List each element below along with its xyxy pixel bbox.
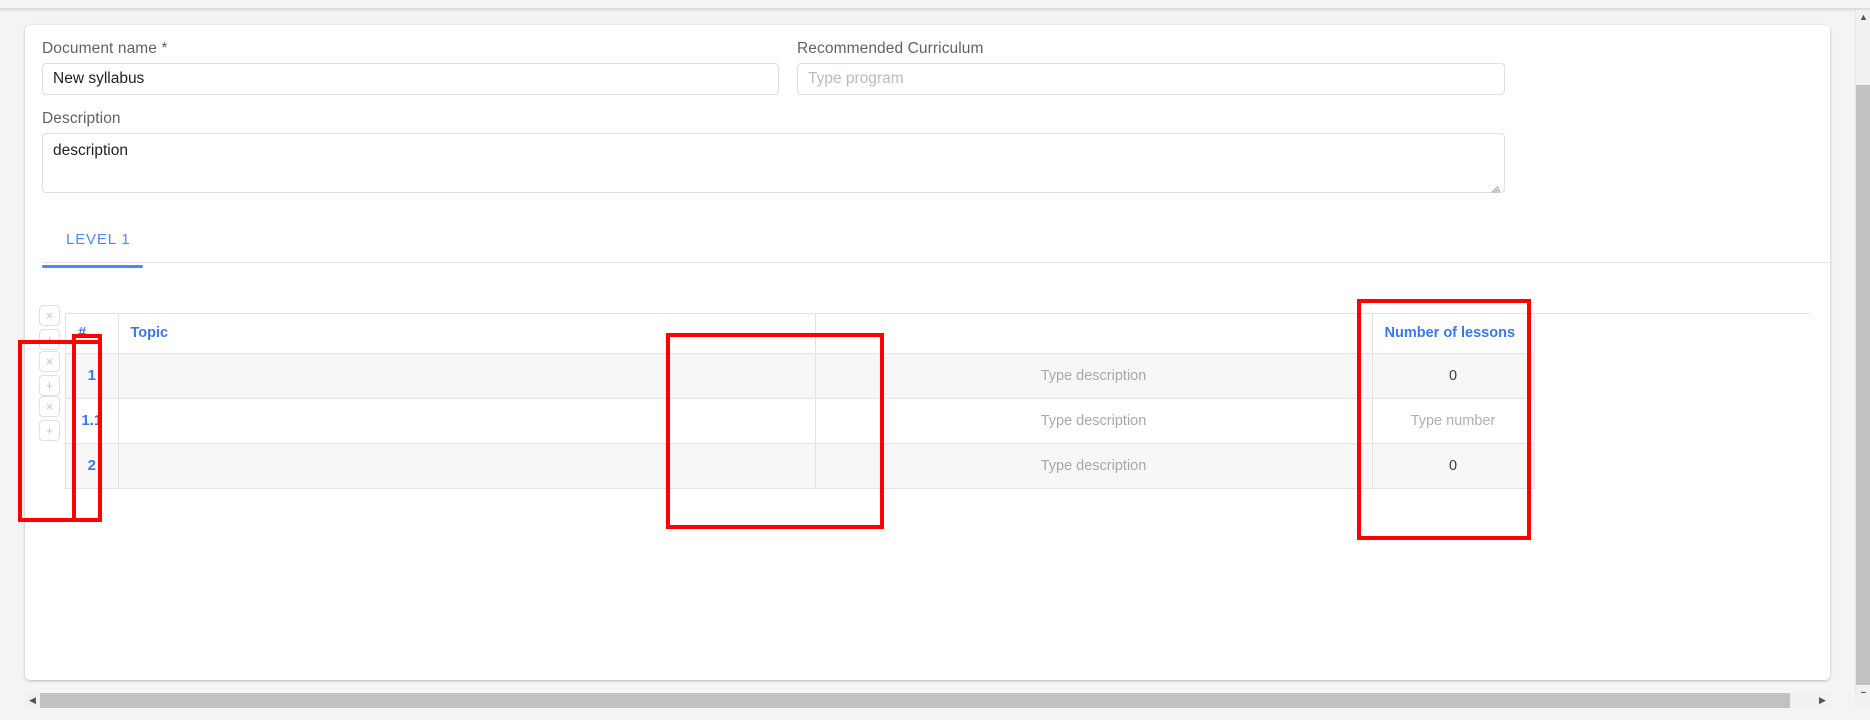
header-lessons: Number of lessons [1372, 314, 1535, 354]
app-root: Document name * Recommended Curriculum D… [0, 0, 1870, 720]
table-row: 1 Type description 0 [66, 353, 1535, 399]
row-topic-cell[interactable] [118, 398, 816, 444]
scroll-right-arrow-icon[interactable]: ▶ [1815, 693, 1830, 708]
window-top-edge [0, 0, 1870, 9]
scroll-up-arrow-icon[interactable]: ▲ [1856, 10, 1870, 25]
row-topic-cell[interactable] [118, 353, 816, 399]
document-name-input[interactable] [42, 63, 779, 95]
delete-row-1-button[interactable]: × [39, 305, 60, 326]
row-number-cell: 2 [66, 443, 119, 489]
row-number-cell: 1 [66, 353, 119, 399]
scroll-left-arrow-icon[interactable]: ◀ [25, 693, 40, 708]
horizontal-scrollbar[interactable]: ◀ ▶ [25, 693, 1830, 708]
header-topic: Topic [118, 314, 816, 354]
level-tabs: LEVEL 1 [42, 215, 1830, 263]
table-header-row: # Topic Number of lessons [66, 314, 1535, 354]
add-row-after-1-button[interactable]: + [39, 329, 60, 350]
syllabus-table: # Topic Number of lessons 1 Type descrip… [66, 314, 1535, 489]
table-row: 2 Type description 0 [66, 443, 1535, 489]
vertical-scrollbar-thumb[interactable] [1856, 85, 1870, 685]
recommended-curriculum-input[interactable] [797, 63, 1505, 95]
document-name-label: Document name * [42, 40, 168, 57]
scrollbar-corner [1855, 693, 1870, 708]
recommended-curriculum-label: Recommended Curriculum [797, 40, 984, 57]
window-top-shadow [0, 9, 1870, 12]
row-topic-cell[interactable] [118, 443, 816, 489]
horizontal-scrollbar-thumb[interactable] [40, 693, 1790, 708]
row-description-cell[interactable]: Type description [815, 353, 1373, 399]
row-lessons-cell[interactable]: Type number [1372, 398, 1535, 444]
document-form-card: Document name * Recommended Curriculum D… [25, 25, 1830, 680]
header-number: # [66, 314, 119, 354]
row-lessons-cell[interactable]: 0 [1372, 353, 1535, 399]
description-label: Description [42, 110, 121, 127]
row-number-cell: 1.1 [66, 398, 119, 444]
table-head: # Topic Number of lessons [66, 314, 1535, 354]
add-row-after-2-button[interactable]: + [39, 420, 60, 441]
add-row-after-1-1-button[interactable]: + [39, 375, 60, 396]
row-description-cell[interactable]: Type description [815, 443, 1373, 489]
syllabus-table-wrapper: # Topic Number of lessons 1 Type descrip… [65, 313, 1810, 489]
tab-level-1[interactable]: LEVEL 1 [42, 215, 155, 263]
table-row: 1.1 Type description Type number [66, 398, 1535, 444]
row-lessons-cell[interactable]: 0 [1372, 443, 1535, 489]
vertical-scrollbar[interactable]: ▲ ▼ [1855, 10, 1870, 702]
row-description-cell[interactable]: Type description [815, 398, 1373, 444]
description-textarea[interactable] [42, 133, 1505, 193]
table-body: 1 Type description 0 1.1 Type descriptio… [66, 353, 1535, 489]
delete-row-1-1-button[interactable]: × [39, 351, 60, 372]
header-description [815, 314, 1373, 354]
delete-row-2-button[interactable]: × [39, 396, 60, 417]
tab-active-indicator [42, 265, 143, 268]
